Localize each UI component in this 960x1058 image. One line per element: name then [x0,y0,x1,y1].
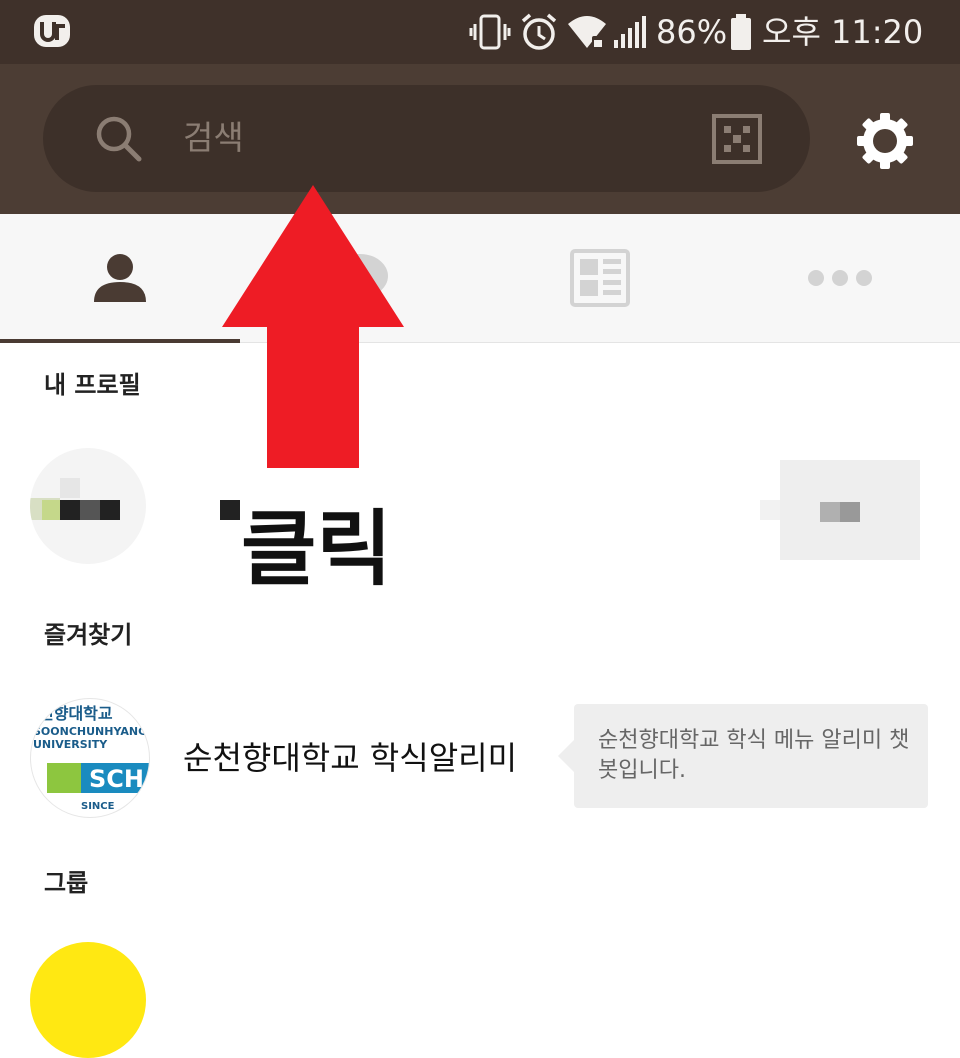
redacted-block [840,502,860,522]
vibrate-icon [469,14,511,50]
logo-text-since: SINCE [81,801,115,812]
qr-code-icon[interactable] [711,113,763,165]
redacted-block [100,500,120,520]
battery-icon [731,14,751,50]
redacted-block [760,500,780,520]
tab-more[interactable] [720,214,960,342]
group-avatar[interactable] [30,942,146,1058]
friends-icon [94,254,146,302]
section-favorites: 즐겨찾기 [44,621,133,649]
tab-news[interactable] [480,214,720,342]
university-logo: 천향대학교 SOONCHUNHYANG UNIVERSITY SCH SINCE [33,704,149,812]
redacted-block [60,478,80,498]
profile-music-thumbnail[interactable] [780,460,920,560]
section-my-profile: 내 프로필 [44,371,141,399]
top-header: 검색 [0,64,960,214]
status-bar: 86% 오후 11:20 [0,0,960,64]
logo-text-en-2: UNIVERSITY [33,738,108,751]
logo-text-korean: 천향대학교 [39,704,113,723]
my-profile-avatar[interactable] [30,448,146,564]
settings-icon[interactable] [856,112,914,170]
logo-text-sch: SCH [89,765,144,793]
redacted-name-block [220,500,240,520]
redacted-block [60,500,80,520]
alarm-icon [521,13,557,50]
favorite-avatar[interactable]: 천향대학교 SOONCHUNHYANG UNIVERSITY SCH SINCE [30,698,150,818]
search-icon [96,116,142,162]
signal-icon [614,16,646,48]
click-annotation-label: 클릭 [241,502,392,597]
tab-friends[interactable] [0,214,240,343]
battery-percent: 86% [656,13,728,51]
favorite-status-bubble: 순천향대학교 학식 메뉴 알리미 챗봇입니다. [558,704,928,808]
red-arrow-annotation [222,185,404,468]
favorite-name[interactable]: 순천향대학교 학식알리미 [183,737,517,779]
redacted-block [80,500,100,520]
wifi-icon [568,16,606,48]
carrier-logo-icon [34,15,70,47]
logo-text-en-1: SOONCHUNHYANG [33,725,147,738]
favorite-description: 순천향대학교 학식 메뉴 알리미 챗봇입니다. [598,728,910,783]
active-tab-indicator [0,339,240,343]
section-groups: 그룹 [44,869,89,897]
search-input[interactable]: 검색 [183,117,244,159]
clock: 오후 11:20 [762,13,924,51]
news-icon [570,249,630,307]
search-bar[interactable]: 검색 [43,85,810,192]
redacted-block [820,502,840,522]
more-icon [808,270,872,286]
main-tabs [0,214,960,343]
